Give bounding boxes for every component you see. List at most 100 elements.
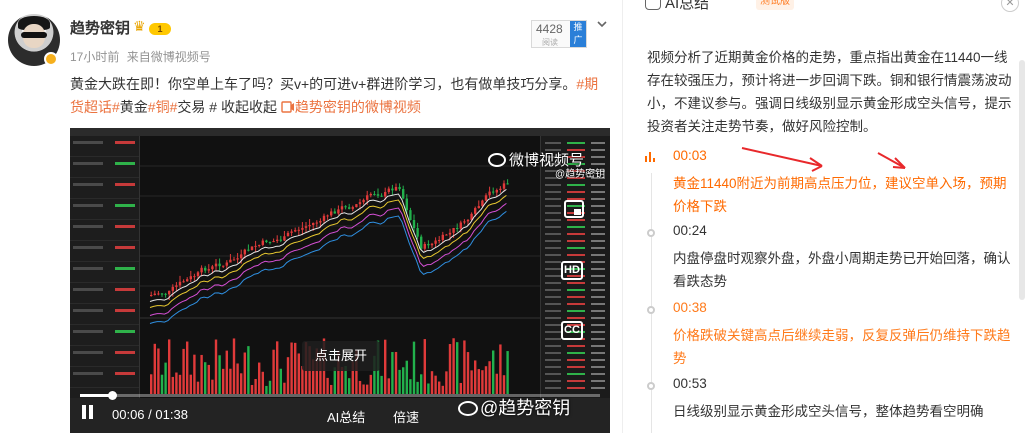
scrollbar[interactable] (1019, 60, 1025, 300)
volume-bar (348, 378, 351, 394)
volume-bar (427, 383, 430, 394)
source-prefix: 来自 (126, 50, 151, 64)
timeline-text: 价格跌破关键高点后继续走弱，反复反弹后仍维持下跌趋势 (673, 328, 1011, 366)
timeline-time[interactable]: 00:53 (673, 376, 707, 391)
timeline-dot (647, 306, 655, 314)
volume-bar (157, 348, 160, 394)
post-content: 黄金大跌在即！你空单上车了吗？买v+的可进v+群进阶学习，也有做单技巧分享。#期… (70, 73, 610, 119)
volume-bar (254, 379, 257, 394)
ai-summary-button[interactable]: AI总结 (327, 407, 365, 426)
volume-bar (412, 341, 416, 394)
volume-bar (463, 340, 466, 394)
volume-bar (391, 352, 394, 394)
volume-bar (297, 353, 300, 394)
volume-bar (398, 369, 401, 394)
volume-bar (492, 350, 495, 394)
topic-tail-text: 交易 # 收起收起 (177, 99, 277, 115)
video-watermark-sub: @趋势密钥 (555, 169, 606, 180)
level-badge: 1 (149, 23, 171, 35)
close-icon[interactable]: ✕ (1001, 0, 1019, 12)
volume-bar (160, 374, 164, 394)
volume-bar (182, 348, 185, 394)
volume-bar (362, 384, 365, 394)
expand-button[interactable]: 点击展开 (302, 341, 380, 371)
current-time: 00:06 (112, 407, 145, 422)
volume-bar (499, 344, 502, 394)
volume-bar (484, 366, 488, 394)
volume-bar (387, 378, 390, 394)
volume-bar (168, 339, 171, 394)
ai-panel-header: AI总结 (645, 0, 709, 13)
timeline-text: 内盘停盘时观察外盘，外盘小周期走势已开始回落，确认看跌态势 (673, 251, 1011, 289)
timeline-item[interactable]: 00:53 日线级别显示黄金形成空头信号，整体趋势看空明确 (647, 376, 1017, 426)
hd-button[interactable]: HD (561, 261, 587, 285)
speed-button[interactable]: 倍速 (393, 407, 419, 426)
chart-toolbar (70, 128, 610, 136)
volume-bar (430, 371, 434, 394)
pause-icon[interactable] (82, 405, 94, 419)
volume-bar (268, 380, 272, 394)
candle (250, 246, 254, 251)
volume-bar (506, 351, 509, 394)
volume-bar (416, 381, 419, 394)
volume-bar (448, 344, 452, 394)
volume-bar (294, 342, 297, 394)
promo-counter[interactable]: 4428 阅读 推广 (531, 20, 587, 48)
timeline-item[interactable]: 00:24 内盘停盘时观察外盘，外盘小周期走势已开始回落，确认看跌态势 (647, 223, 1017, 293)
timeline-time[interactable]: 00:38 (673, 300, 707, 315)
volume-bar (178, 374, 182, 394)
volume-bar (441, 385, 444, 394)
volume-bar (247, 346, 250, 394)
volume-bar (211, 379, 214, 394)
username[interactable]: 趋势密钥 (70, 17, 130, 38)
volume-bar (470, 370, 473, 394)
volume-bar (445, 371, 448, 394)
time-display: 00:06 / 01:38 (112, 407, 188, 422)
ai-logo-icon (645, 0, 661, 10)
volume-bar (250, 384, 254, 394)
weibo-eye-icon (458, 401, 478, 416)
volume-bar (474, 360, 477, 394)
weibo-post: 趋势密钥 ♛ 1 17小时前 来自微博视频号 4428 阅读 推广 黄金大跌在即… (0, 0, 622, 433)
timeline-item[interactable]: 00:03 黄金11440附近为前期高点压力位，建议空单入场，预期价格下跌 (645, 148, 1017, 218)
volume-bar (366, 384, 369, 394)
candle (420, 234, 423, 251)
topic-tag-copper[interactable]: #铜# (148, 99, 178, 115)
weibo-eye-icon (488, 153, 506, 167)
pip-icon[interactable] (561, 199, 587, 223)
crown-icon: ♛ (133, 18, 146, 34)
timeline-item[interactable]: 00:38 价格跌破关键高点后继续走弱，反复反弹后仍维持下跌趋势 (647, 300, 1017, 370)
post-time[interactable]: 17小时前 (70, 50, 119, 64)
volume-bar (214, 339, 218, 394)
volume-bar (240, 373, 243, 394)
volume-bar (290, 342, 293, 394)
volume-bar (369, 374, 372, 394)
timeline-text: 黄金11440附近为前期高点压力位，建议空单入场，预期价格下跌 (673, 176, 1007, 214)
volume-bar (272, 349, 275, 394)
chevron-down-icon[interactable] (596, 18, 608, 30)
volume-bar (394, 351, 398, 394)
progress-handle[interactable] (107, 391, 117, 400)
video-player[interactable] (70, 128, 610, 433)
video-link[interactable]: 趋势密钥的微博视频 (281, 99, 421, 115)
volume-bar (261, 371, 264, 394)
volume-bar (232, 338, 236, 394)
volume-bar (326, 377, 329, 394)
cc-subtitle-button[interactable]: CC (561, 321, 587, 345)
volume-bar (279, 368, 282, 394)
volume-bar (286, 357, 290, 394)
post-text: 黄金大跌在即！你空单上车了吗？买v+的可进v+群进阶学习，也有做单技巧分享。 (70, 76, 577, 92)
volume-bar (434, 375, 437, 394)
timeline-time[interactable]: 00:24 (673, 223, 707, 238)
read-count: 4428 (536, 22, 563, 36)
volume-bar (265, 385, 268, 394)
volume-bar (229, 368, 232, 394)
candle (355, 203, 358, 208)
bottom-watermark: @趋势密钥 (458, 394, 570, 420)
timeline-time[interactable]: 00:03 (673, 148, 707, 163)
post-source[interactable]: 微博视频号 (151, 50, 211, 64)
promote-tag[interactable]: 推广 (570, 21, 586, 47)
volume-bar (258, 362, 261, 394)
time-separator: / (144, 407, 156, 422)
verified-badge-icon (44, 52, 58, 66)
